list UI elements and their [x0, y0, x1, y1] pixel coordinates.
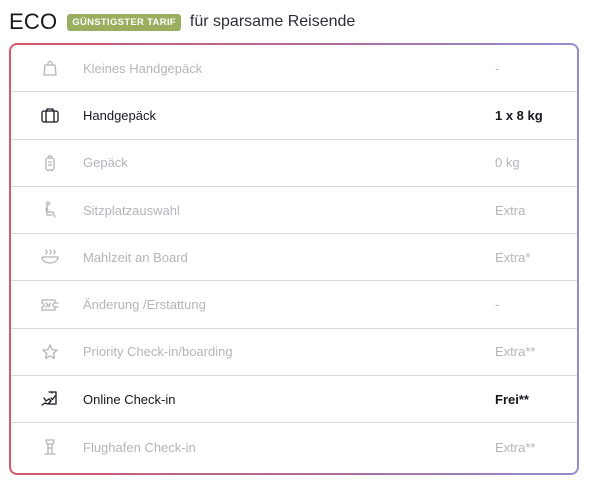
mobile-checkin-icon	[40, 389, 60, 409]
feature-row-seat-selection: Sitzplatzauswahl Extra	[11, 187, 577, 235]
feature-value: 0 kg	[495, 155, 520, 171]
airport-tower-icon	[40, 437, 60, 457]
feature-label: Online Check-in	[83, 391, 176, 407]
feature-row-change-refund: Änderung /Erstattung -	[11, 281, 577, 329]
small-bag-icon	[40, 58, 60, 78]
feature-label: Kleines Handgepäck	[83, 60, 203, 76]
feature-value: Extra**	[495, 439, 536, 455]
feature-row-priority: Priority Check-in/boarding Extra**	[11, 329, 577, 377]
feature-value: 1 x 8 kg	[495, 107, 543, 123]
feature-row-meal: Mahlzeit an Board Extra*	[11, 234, 577, 282]
feature-value: -	[495, 60, 500, 76]
star-icon	[40, 342, 60, 362]
fare-header: ECO GÜNSTIGSTER TARIF für sparsame Reise…	[9, 8, 355, 36]
fare-features-card: Kleines Handgepäck - Handgepäck 1 x 8 kg…	[9, 43, 579, 475]
fare-title: ECO	[9, 9, 58, 34]
feature-row-cabin-bag: Handgepäck 1 x 8 kg	[11, 92, 577, 140]
fare-subtitle: für sparsame Reisende	[189, 13, 356, 30]
cheapest-fare-badge: GÜNSTIGSTER TARIF	[67, 13, 181, 31]
feature-row-checked-bag: Gepäck 0 kg	[11, 140, 577, 187]
feature-label: Änderung /Erstattung	[83, 297, 206, 313]
feature-value: Extra	[495, 202, 526, 218]
feature-row-small-bag: Kleines Handgepäck -	[11, 45, 577, 93]
feature-label: Gepäck	[83, 155, 128, 171]
feature-value: -	[495, 297, 500, 313]
ticket-change-icon	[40, 295, 60, 315]
feature-label: Flughafen Check-in	[83, 439, 196, 455]
feature-label: Handgepäck	[83, 107, 156, 123]
feature-row-airport-checkin: Flughafen Check-in Extra**	[11, 423, 577, 470]
seat-icon	[40, 200, 60, 220]
feature-label: Mahlzeit an Board	[83, 249, 188, 265]
feature-value: Frei**	[495, 391, 529, 407]
feature-label: Sitzplatzauswahl	[83, 202, 180, 218]
briefcase-icon	[40, 105, 60, 125]
feature-row-online-checkin: Online Check-in Frei**	[11, 376, 577, 424]
feature-value: Extra**	[495, 344, 536, 360]
feature-label: Priority Check-in/boarding	[83, 344, 233, 360]
luggage-icon	[40, 153, 60, 173]
fare-features-list: Kleines Handgepäck - Handgepäck 1 x 8 kg…	[11, 45, 577, 473]
feature-value: Extra*	[495, 249, 531, 265]
meal-icon	[40, 247, 60, 267]
